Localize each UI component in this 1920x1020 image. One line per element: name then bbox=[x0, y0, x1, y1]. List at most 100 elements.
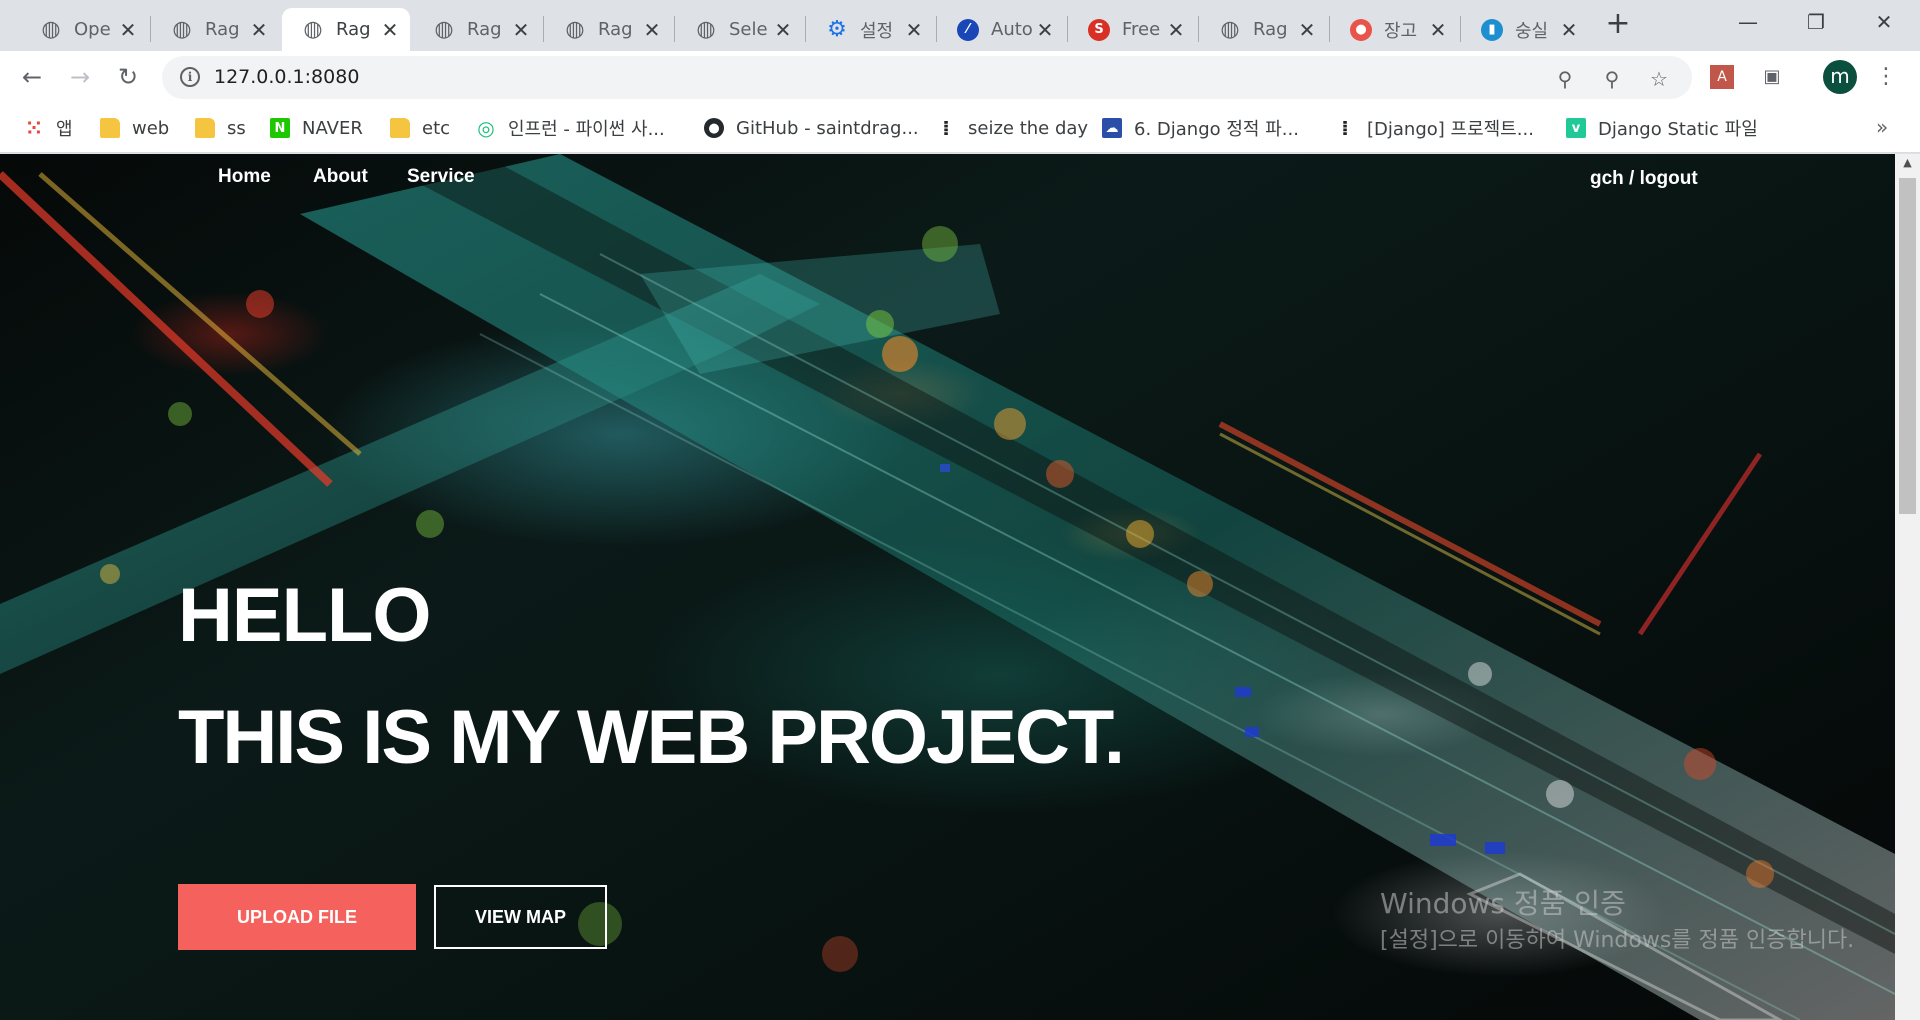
apps-grid-icon: ⁙ bbox=[25, 116, 43, 140]
user-logout-link[interactable]: gch / logout bbox=[1590, 168, 1698, 190]
bookmark-label: NAVER bbox=[302, 117, 363, 139]
url-text[interactable]: 127.0.0.1:8080 bbox=[214, 66, 359, 88]
browser-tab[interactable]: S Free ✕ bbox=[1068, 8, 1196, 51]
bookmark-item[interactable]: ● GitHub - saintdrag... bbox=[704, 114, 919, 142]
scrollbar-thumb[interactable] bbox=[1899, 178, 1916, 514]
folder-icon bbox=[100, 118, 120, 138]
tab-close-icon[interactable]: ✕ bbox=[642, 18, 662, 42]
avatar[interactable]: m bbox=[1823, 60, 1857, 94]
v-logo-icon: v bbox=[1566, 118, 1586, 138]
bookmark-label: 앱 bbox=[56, 119, 73, 140]
globe-icon: ◍ bbox=[565, 17, 585, 42]
key-icon[interactable]: ⚲ bbox=[1552, 66, 1578, 92]
browser-tab[interactable]: ◍ Ope ✕ bbox=[20, 8, 148, 51]
nav-about-link[interactable]: About bbox=[313, 166, 368, 188]
site-info-icon[interactable]: i bbox=[180, 67, 200, 87]
tab-close-icon[interactable]: ✕ bbox=[1559, 18, 1579, 42]
bookmark-item[interactable]: ⁙ 앱 bbox=[24, 114, 73, 142]
inflearn-icon: ◎ bbox=[477, 116, 495, 140]
bookmark-label: [Django] 프로젝트... bbox=[1367, 119, 1534, 140]
bookmark-label: ss bbox=[227, 117, 246, 139]
page-scrollbar[interactable]: ▲ bbox=[1895, 154, 1920, 1020]
zoom-out-icon[interactable]: ⚲ bbox=[1599, 66, 1625, 92]
menu-kebab-icon[interactable]: ⋮ bbox=[1872, 63, 1900, 91]
bookmark-label: seize the day bbox=[968, 117, 1089, 139]
browser-tab[interactable]: ◍ Rag ✕ bbox=[544, 8, 672, 51]
tab-strip: + — ❐ ✕ ◍ Ope ✕ ◍ Rag ✕ ◍ Rag ✕ ◍ Rag ✕ ◍ Rag ✕ ◍ Sele ✕ ⚙… bbox=[0, 0, 1920, 51]
tab-close-icon[interactable]: ✕ bbox=[904, 18, 924, 42]
globe-icon: ◍ bbox=[1220, 17, 1240, 42]
view-map-button[interactable]: VIEW MAP bbox=[434, 885, 607, 949]
browser-tab[interactable]: ◍ Rag ✕ bbox=[282, 8, 410, 51]
dots-icon: ⁞ bbox=[942, 116, 950, 140]
browser-tab[interactable]: ◍ Rag ✕ bbox=[1199, 8, 1327, 51]
nav-home-link[interactable]: Home bbox=[218, 166, 271, 188]
bookmark-label: 인프런 - 파이썬 사... bbox=[508, 119, 665, 140]
restore-button[interactable]: ❐ bbox=[1786, 4, 1846, 40]
tab-close-icon[interactable]: ✕ bbox=[511, 18, 531, 42]
hero-section: Home About Service gch / logout HELLO TH… bbox=[0, 154, 1895, 1020]
tab-title: Sele bbox=[729, 19, 768, 40]
folder-icon bbox=[390, 118, 410, 138]
browser-tab[interactable]: ◍ Rag ✕ bbox=[413, 8, 541, 51]
browser-tab[interactable]: ⁄ Auto ✕ bbox=[937, 8, 1065, 51]
bookmark-item[interactable]: ⁞ [Django] 프로젝트... bbox=[1335, 114, 1534, 142]
globe-icon: ◍ bbox=[696, 17, 716, 42]
upload-file-button[interactable]: UPLOAD FILE bbox=[178, 884, 416, 950]
browser-tab[interactable]: ▮ 숭실 ✕ bbox=[1461, 8, 1589, 51]
tab-close-icon[interactable]: ✕ bbox=[1297, 18, 1317, 42]
browser-tab[interactable]: ◍ Rag ✕ bbox=[151, 8, 279, 51]
globe-icon: ◍ bbox=[172, 17, 192, 42]
tab-title: Ope bbox=[74, 19, 111, 40]
tab-close-icon[interactable]: ✕ bbox=[249, 18, 269, 42]
tab-close-icon[interactable]: ✕ bbox=[1166, 18, 1186, 42]
weather-icon: ☁ bbox=[1102, 118, 1122, 138]
donut-icon: ● bbox=[1350, 18, 1372, 41]
tab-close-icon[interactable]: ✕ bbox=[380, 18, 400, 42]
browser-toolbar: ← → ↻ i 127.0.0.1:8080 ⚲ ⚲ ☆ A ▣ m ⋮ bbox=[0, 51, 1920, 103]
bookmark-item[interactable]: etc bbox=[390, 114, 450, 142]
bookmark-item[interactable]: ss bbox=[195, 114, 246, 142]
close-window-button[interactable]: ✕ bbox=[1854, 4, 1914, 40]
tab-close-icon[interactable]: ✕ bbox=[773, 18, 793, 42]
back-arrow-icon[interactable]: ← bbox=[14, 59, 50, 95]
tab-title: Rag bbox=[205, 19, 240, 40]
globe-icon: ◍ bbox=[434, 17, 454, 42]
bookmark-label: 6. Django 정적 파... bbox=[1134, 119, 1299, 140]
folder-icon bbox=[195, 118, 215, 138]
bookmark-star-icon[interactable]: ☆ bbox=[1646, 66, 1672, 92]
pdf-extension-icon[interactable]: A bbox=[1710, 65, 1734, 89]
bookmark-item[interactable]: ⁞ seize the day bbox=[936, 114, 1088, 142]
tab-title: Rag bbox=[598, 19, 633, 40]
gear-icon: ⚙ bbox=[827, 17, 847, 42]
scroll-up-arrow-icon[interactable]: ▲ bbox=[1895, 156, 1920, 169]
hero-subheading: THIS IS MY WEB PROJECT. bbox=[178, 695, 1125, 780]
reload-icon[interactable]: ↻ bbox=[110, 59, 146, 95]
tab-title: Auto bbox=[991, 19, 1033, 40]
forward-arrow-icon[interactable]: → bbox=[62, 59, 98, 95]
bookmark-label: Django Static 파일 bbox=[1598, 119, 1758, 140]
address-bar[interactable]: i 127.0.0.1:8080 ⚲ ⚲ ☆ bbox=[162, 56, 1692, 99]
bookmark-item[interactable]: v Django Static 파일 bbox=[1566, 114, 1758, 142]
minimize-button[interactable]: — bbox=[1718, 4, 1778, 40]
autodraw-icon: ⁄ bbox=[957, 18, 979, 41]
bookmarks-overflow-icon[interactable]: » bbox=[1876, 115, 1888, 139]
nav-service-link[interactable]: Service bbox=[407, 166, 475, 188]
bookmark-item[interactable]: ☁ 6. Django 정적 파... bbox=[1102, 114, 1299, 142]
tab-title: Rag bbox=[336, 19, 371, 40]
globe-icon: ◍ bbox=[303, 17, 323, 42]
browser-tab[interactable]: ● 장고 ✕ bbox=[1330, 8, 1458, 51]
tab-title: Rag bbox=[1253, 19, 1288, 40]
tab-close-icon[interactable]: ✕ bbox=[1428, 18, 1448, 42]
browser-tab[interactable]: ◍ Sele ✕ bbox=[675, 8, 803, 51]
cast-icon[interactable]: ▣ bbox=[1758, 63, 1786, 91]
tab-title: Rag bbox=[467, 19, 502, 40]
bookmark-item[interactable]: N NAVER bbox=[270, 114, 363, 142]
tab-close-icon[interactable]: ✕ bbox=[118, 18, 138, 42]
bookmark-item[interactable]: ◎ 인프런 - 파이썬 사... bbox=[476, 114, 665, 142]
new-tab-button[interactable]: + bbox=[1603, 9, 1633, 39]
browser-tab[interactable]: ⚙ 설정 ✕ bbox=[806, 8, 934, 51]
tab-title: 숭실 bbox=[1515, 20, 1549, 42]
tab-close-icon[interactable]: ✕ bbox=[1035, 18, 1055, 42]
bookmark-item[interactable]: web bbox=[100, 114, 169, 142]
